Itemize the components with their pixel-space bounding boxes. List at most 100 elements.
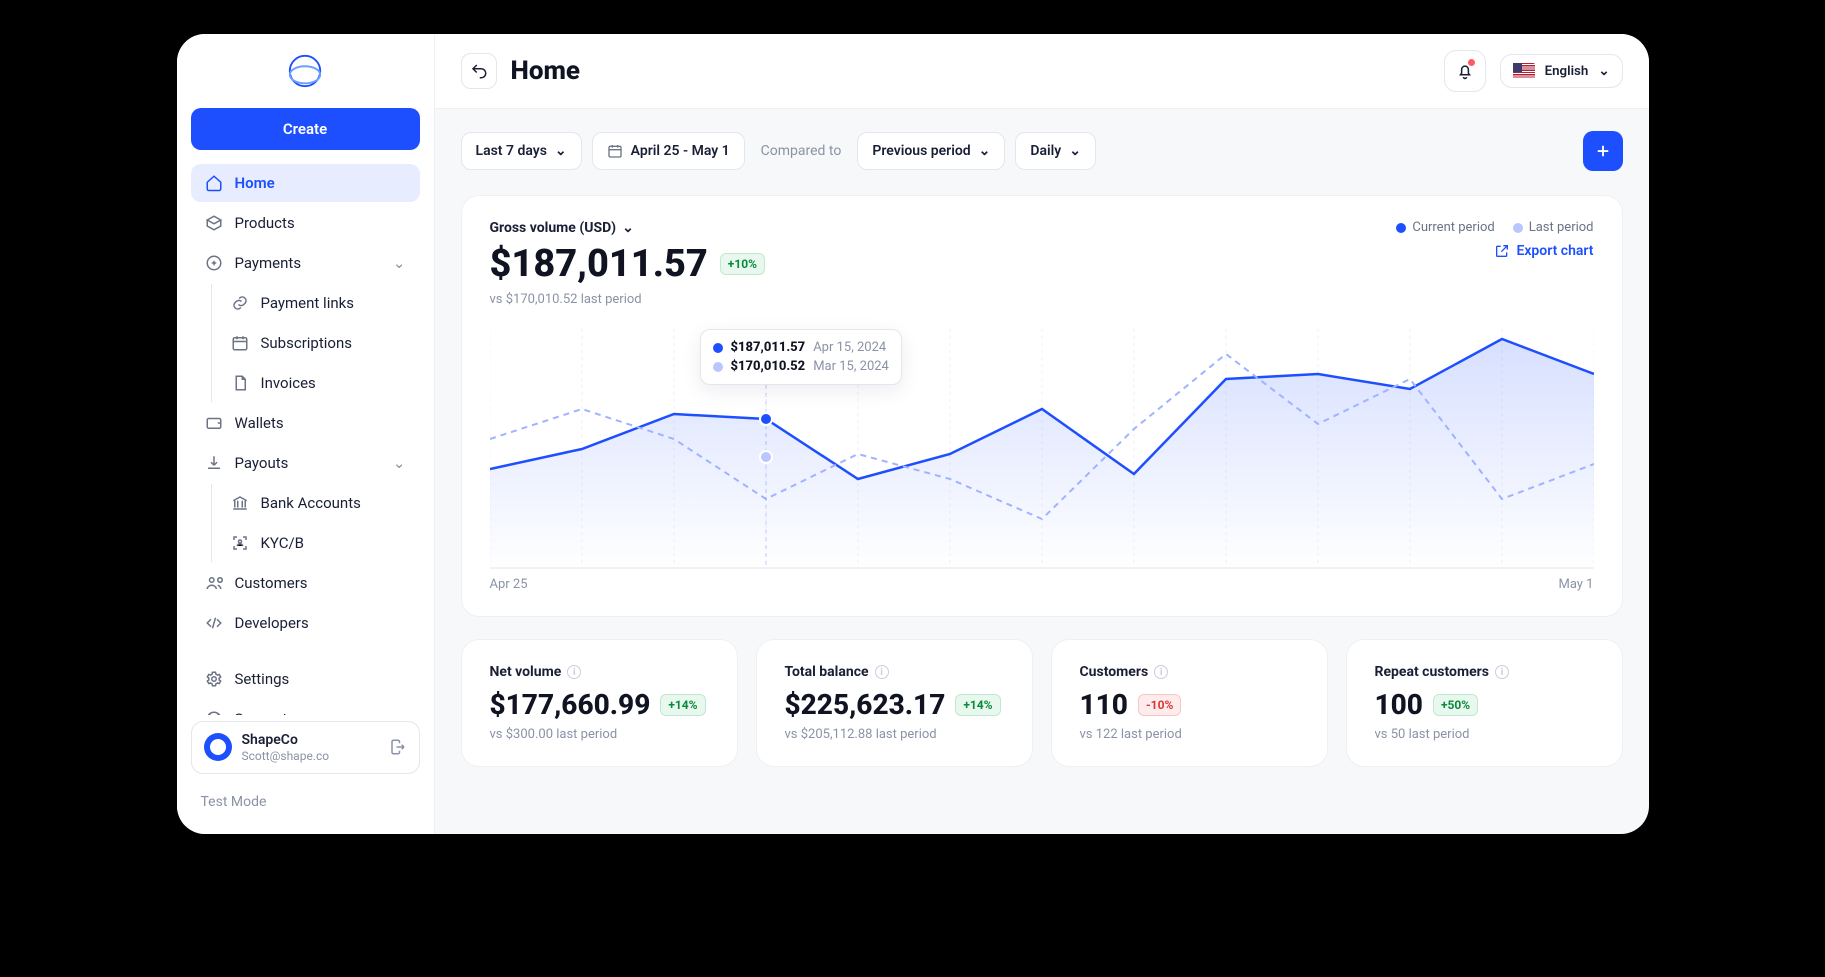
sidebar-item-label: Settings [235,670,290,688]
metric-label-text: Gross volume (USD) [490,220,617,236]
account-info: ShapeCo Scott@shape.co [242,732,379,763]
stat-sub: vs 50 last period [1375,727,1594,742]
bank-icon [231,494,249,512]
delta-badge: +14% [660,694,705,716]
stat-value: $225,623.17 [785,688,946,721]
device-frame: Create Home Products Payments ⌄ Payment … [163,20,1663,848]
main: Home English ⌄ Last 7 days ⌄ [435,34,1649,834]
granularity-label: Daily [1030,143,1061,159]
sidebar-item-support[interactable]: Support [191,700,420,715]
compare-select[interactable]: Previous period ⌄ [857,132,1005,170]
sidebar-item-label: Products [235,214,295,232]
test-mode-label: Test Mode [187,788,424,816]
granularity-select[interactable]: Daily ⌄ [1015,132,1096,170]
chart-area: $187,011.57Apr 15, 2024 $170,010.52Mar 1… [490,329,1594,592]
sphere-icon [286,52,324,90]
tooltip-current-date: Apr 15, 2024 [813,340,886,355]
gross-volume-card: Gross volume (USD) ⌄ $187,011.57 +10% vs… [461,195,1623,617]
stat-total-balance[interactable]: Total balancei $225,623.17+14% vs $205,1… [756,639,1033,767]
sidebar-item-label: Bank Accounts [261,494,361,512]
info-icon: i [875,665,889,679]
date-range-select[interactable]: Last 7 days ⌄ [461,132,582,170]
chart-tooltip: $187,011.57Apr 15, 2024 $170,010.52Mar 1… [700,329,902,385]
sidebar-item-home[interactable]: Home [191,164,420,202]
sidebar-item-label: Subscriptions [261,334,352,352]
line-chart [490,329,1594,569]
payout-icon [205,454,223,472]
sidebar-item-payouts[interactable]: Payouts ⌄ [191,444,420,482]
sidebar-item-label: Wallets [235,414,284,432]
sidebar-item-products[interactable]: Products [191,204,420,242]
sidebar-item-label: KYC/B [261,534,305,552]
account-name: ShapeCo [242,732,379,749]
legend-last: Last period [1513,220,1594,235]
document-icon [231,374,249,392]
sidebar-item-kycb[interactable]: KYC/B [221,524,420,562]
app-logo [187,52,424,90]
box-icon [205,214,223,232]
chevron-down-icon: ⌄ [979,143,991,159]
sidebar-item-label: Payouts [235,454,289,472]
stat-value: 100 [1375,688,1423,721]
metric-value-text: $187,011.57 [490,242,708,286]
account-email: Scott@shape.co [242,749,379,763]
sidebar-item-developers[interactable]: Developers [191,604,420,642]
chevron-down-icon: ⌄ [622,220,634,236]
notifications-button[interactable] [1444,50,1486,92]
undo-icon [470,62,488,80]
stat-sub: vs $205,112.88 last period [785,727,1004,742]
sidebar-item-bank-accounts[interactable]: Bank Accounts [221,484,420,522]
info-icon: i [567,665,581,679]
export-chart-button[interactable]: Export chart [1494,243,1593,259]
chevron-down-icon: ⌄ [393,254,406,272]
home-icon [205,174,223,192]
tooltip-last-date: Mar 15, 2024 [813,359,889,374]
create-button[interactable]: Create [191,108,420,150]
legend-current-label: Current period [1412,220,1494,235]
sidebar-item-customers[interactable]: Customers [191,564,420,602]
scan-icon [231,534,249,552]
metric-label[interactable]: Gross volume (USD) ⌄ [490,220,765,236]
sidebar-item-subscriptions[interactable]: Subscriptions [221,324,420,362]
metric-subtext: vs $170,010.52 last period [490,292,765,307]
sidebar-item-label: Developers [235,614,309,632]
account-card[interactable]: ShapeCo Scott@shape.co [191,721,420,774]
date-picker[interactable]: April 25 - May 1 [592,132,745,170]
add-button[interactable] [1583,131,1623,171]
sidebar-item-label: Customers [235,574,308,592]
chevron-down-icon: ⌄ [393,454,406,472]
notification-dot [1468,59,1475,66]
chart-legend: Current period Last period Export chart [1396,220,1593,259]
compared-label: Compared to [761,143,842,159]
sidebar-item-settings[interactable]: Settings [191,660,420,698]
sidebar-item-label: Payment links [261,294,354,312]
stat-net-volume[interactable]: Net volumei $177,660.99+14% vs $300.00 l… [461,639,738,767]
date-range-text: April 25 - May 1 [631,143,730,159]
sidebar-item-invoices[interactable]: Invoices [221,364,420,402]
back-button[interactable] [461,53,497,89]
sidebar: Create Home Products Payments ⌄ Payment … [177,34,435,834]
filter-bar: Last 7 days ⌄ April 25 - May 1 Compared … [461,131,1623,171]
language-button[interactable]: English ⌄ [1500,54,1623,88]
stat-label: Total balance [785,664,869,680]
code-icon [205,614,223,632]
payments-icon [205,254,223,272]
chart-xaxis: Apr 25 May 1 [490,577,1594,592]
info-icon: i [1154,665,1168,679]
sidebar-item-label: Payments [235,254,302,272]
stat-label: Net volume [490,664,562,680]
stat-repeat-customers[interactable]: Repeat customersi 100+50% vs 50 last per… [1346,639,1623,767]
calendar-icon [607,143,623,159]
content: Last 7 days ⌄ April 25 - May 1 Compared … [435,109,1649,834]
sidebar-item-payment-links[interactable]: Payment links [221,284,420,322]
sidebar-item-payments[interactable]: Payments ⌄ [191,244,420,282]
logout-icon[interactable] [389,738,407,756]
stat-value: 110 [1080,688,1128,721]
export-label: Export chart [1516,243,1593,259]
sidebar-item-wallets[interactable]: Wallets [191,404,420,442]
sidebar-sub-payments: Payment links Subscriptions Invoices [187,284,424,402]
compare-label: Previous period [872,143,970,159]
page-title: Home [511,56,581,86]
stat-customers[interactable]: Customersi 110-10% vs 122 last period [1051,639,1328,767]
xaxis-start: Apr 25 [490,577,528,592]
